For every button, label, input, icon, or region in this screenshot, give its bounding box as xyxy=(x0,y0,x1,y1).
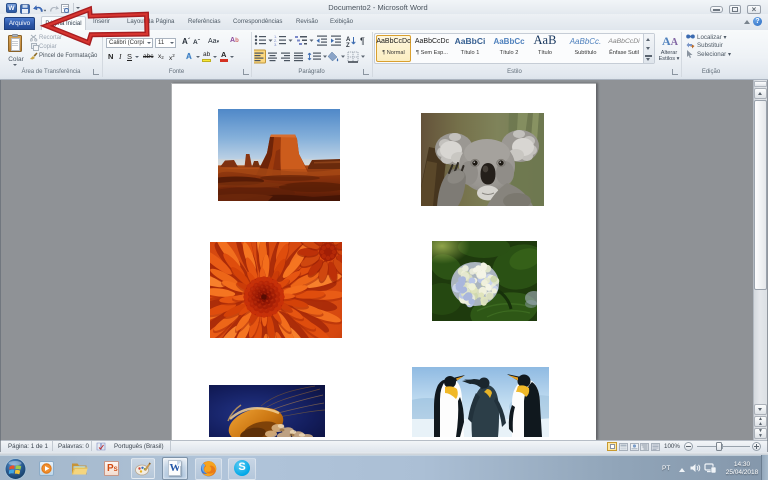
svg-text:Z: Z xyxy=(346,43,350,49)
svg-text:3.: 3. xyxy=(274,42,277,47)
svg-text:¶: ¶ xyxy=(360,36,365,46)
